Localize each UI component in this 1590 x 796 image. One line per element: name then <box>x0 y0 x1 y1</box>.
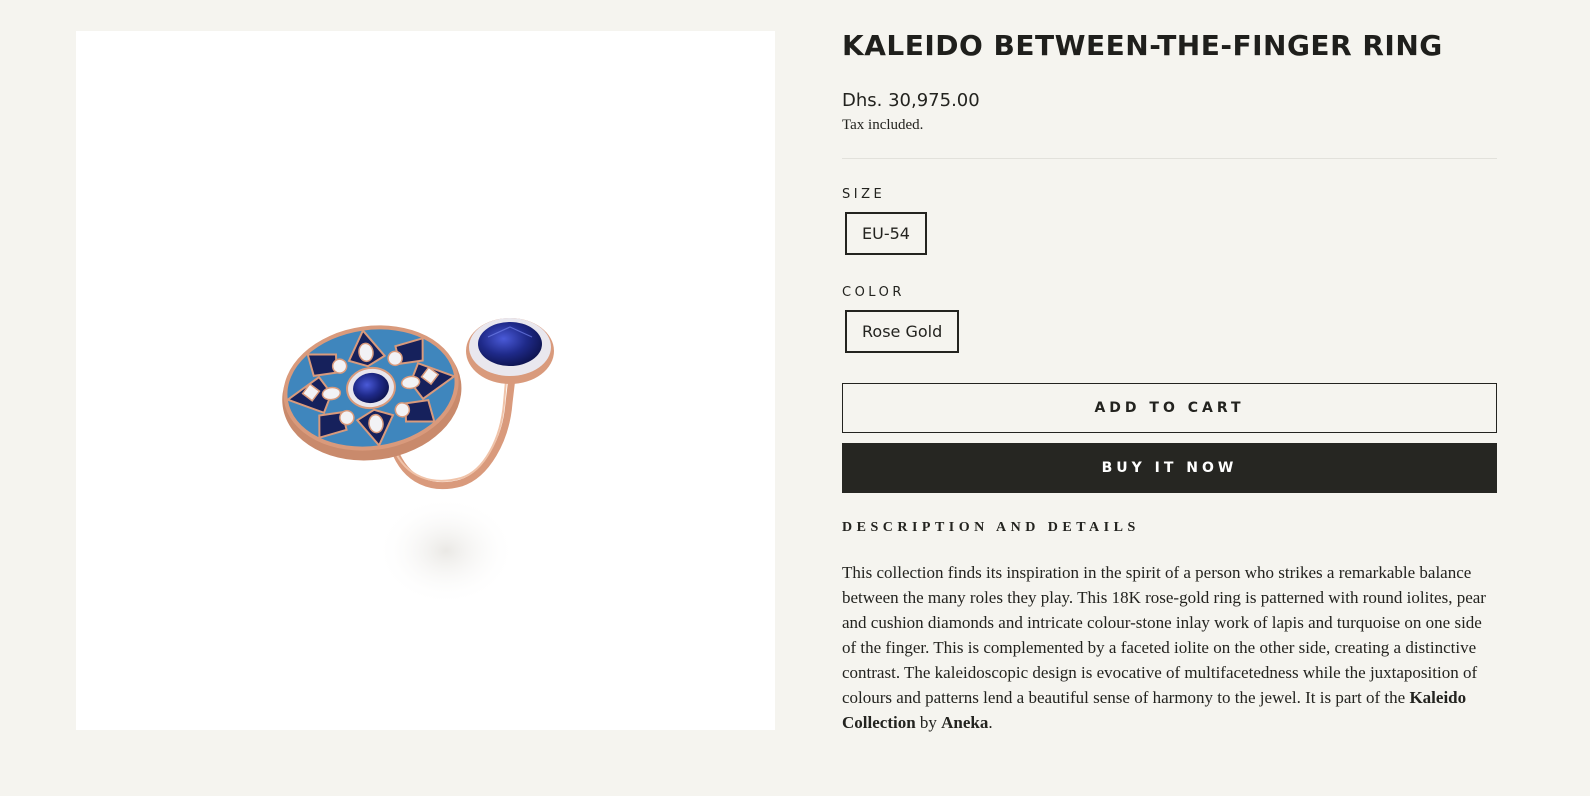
product-title: KALEIDO BETWEEN-THE-FINGER RING <box>842 29 1443 62</box>
tax-note: Tax included. <box>842 117 924 133</box>
color-option-rose-gold[interactable]: Rose Gold <box>845 310 960 353</box>
product-price: Dhs. 30,975.00 <box>842 90 980 111</box>
description-by: by <box>919 713 937 732</box>
description-text: This collection finds its inspiration in… <box>842 560 1497 735</box>
size-option-eu-54[interactable]: EU-54 <box>845 212 927 255</box>
size-label: SIZE <box>842 187 886 202</box>
add-to-cart-button[interactable]: ADD TO CART <box>842 383 1497 433</box>
description-end: . <box>988 713 993 732</box>
description-body: This collection finds its inspiration in… <box>842 563 1486 707</box>
color-label: COLOR <box>842 285 905 300</box>
ring-image <box>282 318 554 606</box>
buy-now-button[interactable]: BUY IT NOW <box>842 443 1497 493</box>
brand-link[interactable]: Aneka <box>941 713 988 732</box>
description-heading: DESCRIPTION AND DETAILS <box>842 520 1140 535</box>
product-image-panel[interactable] <box>76 31 775 730</box>
divider <box>842 158 1497 159</box>
product-info: KALEIDO BETWEEN-THE-FINGER RING Dhs. 30,… <box>842 30 1497 735</box>
